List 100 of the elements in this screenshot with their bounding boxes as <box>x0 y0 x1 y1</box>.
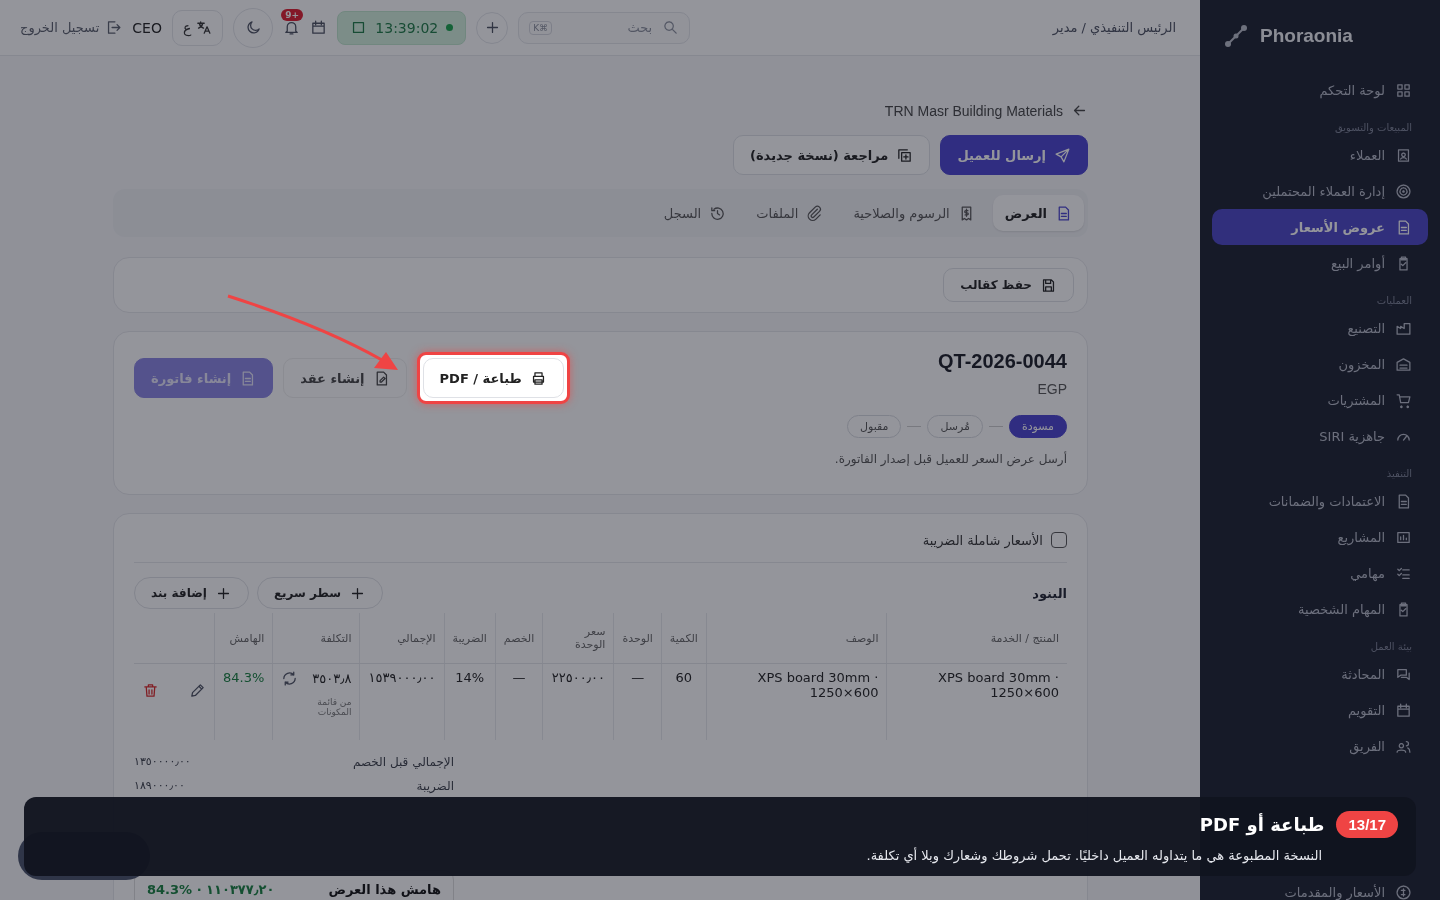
search-icon <box>662 19 680 36</box>
sidebar-item[interactable]: إدارة العملاء المحتملين <box>1212 173 1428 209</box>
brand-name: Phoraonia <box>1260 25 1353 47</box>
calendar-icon <box>1395 701 1412 719</box>
column-header: الوصف <box>706 613 887 664</box>
hint-text: أرسل عرض السعر للعميل قبل إصدار الفاتورة. <box>834 452 1067 466</box>
sidebar-item[interactable]: جاهزية SIRI <box>1212 418 1428 454</box>
status-step[interactable]: مقبول <box>846 415 902 438</box>
sidebar-item[interactable]: المشتريات <box>1212 382 1428 418</box>
table-cell: XPS board 30mm · 1250×600 <box>938 670 1059 700</box>
table-cell: — <box>631 670 645 685</box>
sidebar-item[interactable]: مهامي <box>1212 555 1428 591</box>
history-icon <box>709 204 727 222</box>
target-icon <box>1395 182 1412 200</box>
logo-icon <box>1222 22 1250 50</box>
sidebar-item[interactable]: الأسعار والمقدمات <box>1212 874 1428 900</box>
sidebar-item[interactable]: التصنيع <box>1212 310 1428 346</box>
tab[interactable]: الرسوم والصلاحية <box>841 195 987 231</box>
notification-badge: +9 <box>281 9 304 21</box>
sidebar-item[interactable]: العملاء <box>1212 137 1428 173</box>
user-name: CEO <box>132 19 162 36</box>
step-counter: 13/17 <box>1336 810 1398 838</box>
tab[interactable]: الملفات <box>744 195 836 231</box>
add-item-button[interactable]: إضافة بند <box>134 577 249 609</box>
total-value: ١٣٥٠٠٠٠٫٠٠ <box>134 755 191 768</box>
sidebar-item[interactable]: المخزون <box>1212 346 1428 382</box>
print-button[interactable]: طباعة / PDF <box>422 358 564 398</box>
sidebar-item[interactable]: عروض الأسعار <box>1212 209 1428 245</box>
table-cell: 60 <box>675 670 693 685</box>
table-cell: ٢٢٥٠٠٫٠٠ <box>551 670 605 685</box>
section-label: التنفيذ <box>1385 467 1413 481</box>
edit-button[interactable] <box>189 682 206 699</box>
section-label: المبيعات والتسويق <box>1334 121 1413 136</box>
translate-icon <box>195 19 213 36</box>
checkbox[interactable] <box>1051 532 1067 548</box>
sidebar-item[interactable]: المشاريع <box>1212 519 1428 555</box>
contract-button[interactable]: إنشاء عقد <box>283 358 407 398</box>
column-header: سعر الوحدة <box>542 613 614 664</box>
section-title: البنود <box>1032 585 1067 601</box>
sidebar-item[interactable]: لوحة التحكم <box>1212 72 1428 108</box>
margin-label: هامش هذا العرض <box>328 882 441 897</box>
delete-button[interactable] <box>142 682 159 699</box>
column-header: الإجمالي <box>360 613 445 664</box>
refresh-icon <box>281 670 299 687</box>
total-label: الإجمالي قبل الخصم <box>352 754 454 769</box>
checkbox-label: الأسعار شاملة الضريبة <box>922 532 1043 548</box>
bell-icon <box>283 19 301 36</box>
table-cell: — <box>512 670 526 685</box>
margin-value: 84.3% · ١١٠٣٧٧٫٢٠ <box>147 882 275 897</box>
column-header: الكمية <box>661 613 707 664</box>
tab[interactable]: العرض <box>992 195 1084 231</box>
id-card-icon <box>1395 146 1412 164</box>
column-header: الضريبة <box>444 613 496 664</box>
sidebar-item[interactable]: الفريق <box>1212 728 1428 764</box>
column-header: المنتج / الخدمة <box>886 613 1067 664</box>
cart-icon <box>1395 391 1412 409</box>
revision-button[interactable]: مراجعة (نسخة جديدة) <box>733 135 931 175</box>
sidebar-item[interactable]: المحادثة <box>1212 656 1428 692</box>
notifications-button[interactable] <box>283 19 301 36</box>
user-role: الرئيس التنفيذي / مدير <box>1052 20 1176 35</box>
calendar-button[interactable] <box>310 19 328 36</box>
quote-number: QT-2026-0044 <box>938 350 1067 373</box>
sidebar-item[interactable]: التقويم <box>1212 692 1428 728</box>
quick-row-button[interactable]: سطر سريع <box>256 577 383 609</box>
status-dot <box>446 24 454 31</box>
shortcut-hint: K⌘ <box>529 20 553 35</box>
tour-text: النسخة المطبوعة هي ما يتداوله العميل داخليًا. تحمل شروطك وشعارك وبلا أي تكلفة. <box>865 847 1322 863</box>
logout-button[interactable]: تسجيل الخروج <box>20 19 123 36</box>
cost-source: من قائمة المكونات <box>316 697 352 717</box>
total-label: الضريبة <box>416 778 454 793</box>
table-cell: 84.3% <box>223 670 265 685</box>
total-value: ١٨٩٠٠٠٫٠٠ <box>134 779 185 792</box>
language-button[interactable]: ع <box>171 9 224 46</box>
column-header: الهامش <box>214 613 273 664</box>
table-cell: XPS board 30mm · 1250×600 <box>757 670 879 700</box>
send-button[interactable]: إرسال للعميل <box>940 135 1088 175</box>
sidebar-item[interactable]: المهام الشخصية <box>1212 591 1428 627</box>
calendar-icon <box>310 19 328 36</box>
table-cell: ١٥٣٩٠٠٠٫٠٠ <box>368 670 436 685</box>
tab[interactable]: السجل <box>651 195 739 231</box>
send-icon <box>1054 146 1071 164</box>
save-icon <box>1040 276 1057 294</box>
breadcrumb-link[interactable]: TRN Masr Building Materials <box>884 102 1063 119</box>
sidebar-item[interactable]: الاعتمادات والضمانات <box>1212 483 1428 519</box>
column-header: التكلفة <box>272 613 360 664</box>
table-cell: ٣٥٠٣٫٨ <box>312 671 352 686</box>
clip-icon <box>806 204 824 222</box>
refresh-button[interactable] <box>281 670 299 687</box>
session-clock: 13:39:02 <box>337 10 467 45</box>
search-input[interactable]: بحث <box>560 19 655 36</box>
column-header: الوحدة <box>613 613 662 664</box>
status-step[interactable]: مُرسل <box>927 415 983 438</box>
section-label: العمليات <box>1375 294 1413 308</box>
trash-icon <box>142 682 159 699</box>
copy-icon <box>896 146 914 164</box>
moon-icon <box>244 19 262 36</box>
status-step[interactable]: مسودة <box>1008 415 1067 438</box>
currency-label: EGP <box>1037 381 1067 397</box>
sidebar-item[interactable]: أوامر البيع <box>1212 245 1428 281</box>
save-template-button[interactable]: حفظ كقالب <box>943 268 1074 302</box>
